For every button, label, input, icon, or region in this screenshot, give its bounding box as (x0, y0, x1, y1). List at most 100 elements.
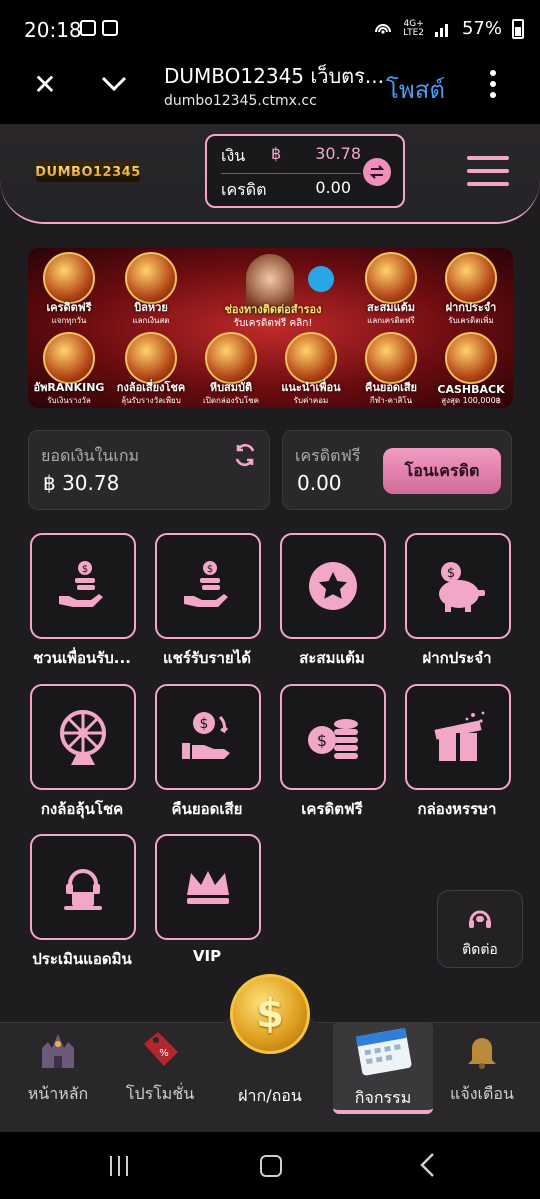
nav-home[interactable]: หน้าหลัก (8, 1030, 108, 1107)
close-icon[interactable]: ✕ (30, 70, 60, 100)
menu-tile-share[interactable]: $ (155, 533, 261, 639)
menu-label: กงล้อลุ้นโชค (40, 800, 124, 818)
chevron-down-icon[interactable] (100, 74, 128, 94)
notification-icons (80, 20, 118, 36)
menu-label: สะสมแต้ม (299, 649, 365, 667)
balance-label: เงิน (221, 146, 246, 165)
swap-icon (369, 165, 385, 179)
post-button[interactable]: โพสต์ (386, 70, 445, 109)
admin-icon (64, 869, 102, 910)
banner-item-icon (125, 332, 177, 384)
svg-text:$: $ (200, 716, 209, 732)
svg-text:%: % (159, 1048, 169, 1059)
banner-item[interactable]: กงล้อเสี่ยงโชค ลุ้นรับรางวัลเพียบ (114, 332, 188, 405)
site-header: DUMBO12345 เงิน ฿ 30.78 เครดิต 0.00 (0, 124, 540, 224)
status-bar: 20:18 4G+ LTE2 57% (0, 0, 540, 60)
banner-center[interactable]: ช่องทางติดต่อสำรอง รับเครดิตฟรี คลิก! (198, 254, 348, 334)
banner-item[interactable]: ฝากประจำ รับเครดิตเพิ่ม (434, 252, 508, 325)
home-icon[interactable] (260, 1155, 282, 1177)
banner-item-icon (445, 252, 497, 304)
castle-icon (42, 1034, 74, 1068)
free-credit-card: เครดิตฟรี 0.00 โอนเครดิต (282, 430, 512, 510)
cashback-hand-icon: $ (182, 712, 230, 759)
banner-item-icon (285, 332, 337, 384)
banner-item-icon (125, 252, 177, 304)
more-options-icon[interactable] (490, 70, 498, 98)
menu-tile-gift-box[interactable] (405, 684, 511, 790)
status-right: 4G+ LTE2 57% (373, 18, 524, 39)
contact-button[interactable]: ติดต่อ (437, 890, 523, 968)
piggy-bank-icon: $ (439, 562, 485, 612)
svg-text:$: $ (317, 731, 327, 750)
menu-label: ฝากประจำ (422, 649, 492, 667)
menu-tile-cashback[interactable]: $ (155, 684, 261, 790)
transfer-credit-button[interactable]: โอนเครดิต (383, 448, 501, 494)
status-time: 20:18 (24, 18, 82, 42)
back-icon[interactable] (418, 1152, 438, 1178)
banner-item[interactable]: คืนยอดเสีย กีฬา-คาสิโน (354, 332, 428, 405)
banner-item[interactable]: เครดิตฟรี แจกทุกวัน (32, 252, 106, 325)
banner-item[interactable]: สะสมแต้ม แลกเครดิตฟรี (354, 252, 428, 325)
browser-url: dumbo12345.ctmx.cc (164, 93, 317, 109)
battery-percent: 57% (461, 18, 502, 39)
svg-text:$: $ (447, 566, 455, 581)
menu-label: คืนยอดเสีย (171, 800, 243, 818)
game-balance-card: ยอดเงินในเกม ฿ 30.78 (28, 430, 270, 510)
menu-label: แชร์รับรายได้ (162, 649, 252, 667)
recent-apps-icon[interactable] (110, 1156, 134, 1176)
menu-tile-invite[interactable]: $ (30, 533, 136, 639)
menu-icon[interactable] (467, 156, 509, 186)
banner-item[interactable]: แนะนำเพื่อน รับค่าคอม (274, 332, 348, 405)
contact-label: ติดต่อ (462, 942, 498, 958)
signal-icon (434, 23, 448, 37)
banner-item-icon (445, 332, 497, 384)
coin-stack-icon: $ (308, 719, 358, 759)
check-notification-icon (102, 20, 118, 36)
gallery-notification-icon (80, 20, 96, 36)
nav-deposit-label[interactable]: ฝาก/ถอน (212, 1084, 328, 1109)
bell-icon (468, 1038, 496, 1069)
banner-item-icon (365, 332, 417, 384)
hand-coins-icon: $ (184, 561, 228, 607)
site-logo[interactable]: DUMBO12345 (35, 162, 140, 182)
telegram-icon (308, 266, 334, 292)
browser-header: ✕ DUMBO12345 เว็บตร... dumbo12345.ctmx.c… (0, 60, 540, 124)
menu-label: กล่องหรรษา (417, 800, 497, 818)
network-type: 4G+ LTE2 (403, 18, 424, 38)
banner-item[interactable]: บิลหวย แลกเงินสด (114, 252, 188, 325)
free-credit-label: เครดิตฟรี (295, 446, 361, 465)
free-credit-value: 0.00 (297, 471, 342, 495)
nav-promotion[interactable]: % โปรโมชั่น (110, 1030, 210, 1107)
credit-row: เครดิต 0.00 (221, 178, 351, 203)
game-balance-label: ยอดเงินในเกม (41, 446, 140, 465)
menu-tile-free-credit[interactable]: $ (280, 684, 386, 790)
menu-label: ชวนเพื่อนรับ... (33, 649, 131, 667)
nav-activity[interactable]: กิจกรรม (333, 1022, 433, 1114)
swap-button[interactable] (363, 158, 391, 186)
deposit-withdraw-coin-icon[interactable]: $ (230, 974, 310, 1054)
menu-tile-admin-rating[interactable] (30, 834, 136, 940)
sale-tag-icon: % (144, 1032, 178, 1066)
star-icon (309, 562, 357, 610)
balance-box: เงิน ฿ 30.78 เครดิต 0.00 (205, 134, 405, 208)
credit-label: เครดิต (221, 180, 267, 199)
browser-title: DUMBO12345 เว็บตร... (164, 64, 384, 88)
currency-symbol: ฿ (271, 144, 282, 163)
banner-item[interactable]: หีบสมบัติ เปิดกล่องรับโชค (194, 332, 268, 405)
svg-text:$: $ (207, 564, 213, 575)
nav-notification[interactable]: แจ้งเตือน (432, 1030, 532, 1107)
svg-text:$: $ (82, 564, 88, 575)
credit-value: 0.00 (315, 178, 351, 197)
menu-tile-deposit[interactable]: $ (405, 533, 511, 639)
banner-item[interactable]: อัพRANKING รับเงินรางวัล (32, 332, 106, 405)
android-nav-bar (0, 1132, 540, 1199)
hand-coins-icon: $ (59, 561, 103, 607)
banner-item[interactable]: CASHBACK สูงสุด 100,000฿ (434, 332, 508, 405)
menu-tile-points[interactable] (280, 533, 386, 639)
menu-tile-wheel[interactable] (30, 684, 136, 790)
menu-tile-vip[interactable] (155, 834, 261, 940)
menu-label: ประเมินแอดมิน (32, 950, 132, 968)
headset-icon (469, 910, 491, 928)
refresh-icon[interactable] (233, 443, 257, 467)
promo-banner[interactable]: เครดิตฟรี แจกทุกวัน บิลหวย แลกเงินสด ช่องท… (28, 248, 513, 408)
